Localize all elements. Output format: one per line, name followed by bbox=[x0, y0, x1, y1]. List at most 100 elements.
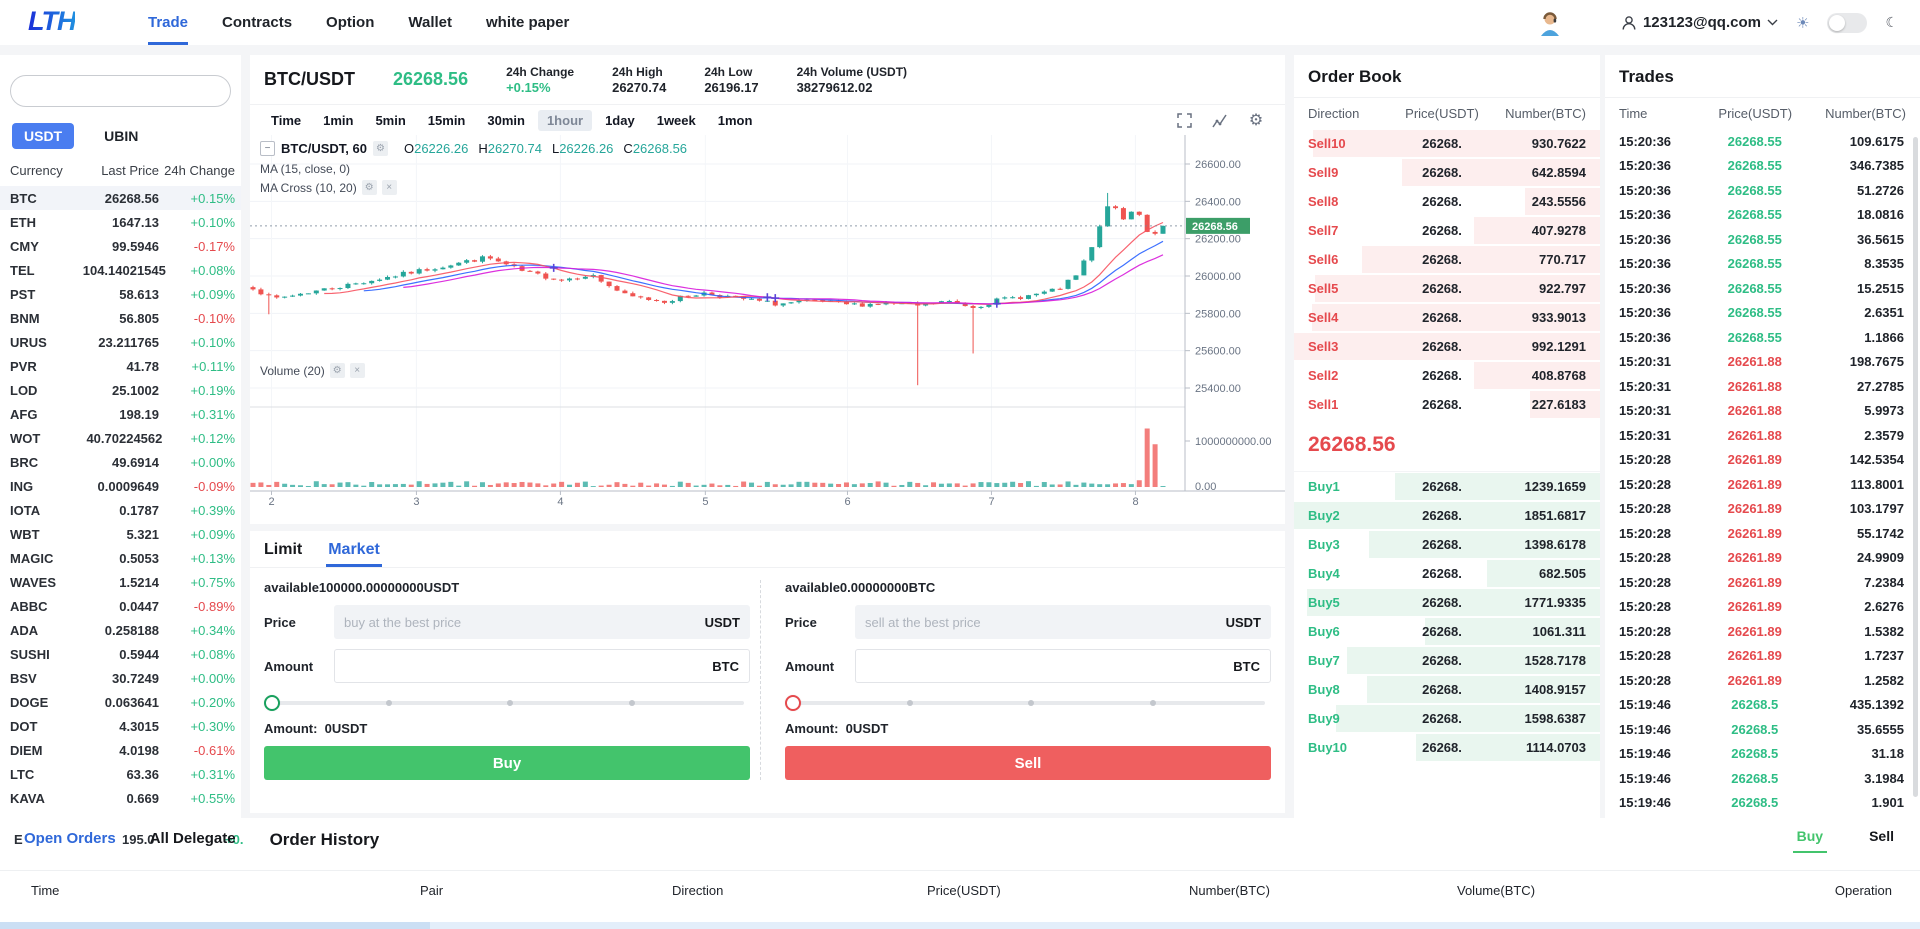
order-book-row-sell9[interactable]: Sell926268.642.8594 bbox=[1294, 158, 1600, 187]
order-book-row-sell3[interactable]: Sell326268.992.1291 bbox=[1294, 332, 1600, 361]
candlestick-chart[interactable]: − BTC/USDT, 60 ⚙ O26226.26 H26270.74 L26… bbox=[250, 135, 1285, 507]
coin-row-brc[interactable]: BRC49.6914+0.00% bbox=[0, 450, 241, 474]
order-book-row-buy5[interactable]: Buy526268.1771.9335 bbox=[1294, 588, 1600, 617]
timeframe-30min[interactable]: 30min bbox=[478, 110, 534, 131]
order-type-tab-market[interactable]: Market bbox=[328, 541, 380, 567]
order-book-row-buy3[interactable]: Buy326268.1398.6178 bbox=[1294, 530, 1600, 559]
collapse-icon[interactable]: − bbox=[260, 141, 275, 156]
coin-row-afg[interactable]: AFG198.19+0.31% bbox=[0, 402, 241, 426]
orders-tab-open-orders[interactable]: Open Orders bbox=[24, 830, 116, 850]
coin-row-cmy[interactable]: CMY99.5946-0.17% bbox=[0, 234, 241, 258]
chart-settings-icon[interactable]: ⚙ bbox=[1247, 111, 1265, 129]
coin-row-waves[interactable]: WAVES1.5214+0.75% bbox=[0, 570, 241, 594]
coin-row-iota[interactable]: IOTA0.1787+0.39% bbox=[0, 498, 241, 522]
sell-amount-slider[interactable] bbox=[785, 693, 1271, 713]
support-avatar-icon[interactable] bbox=[1537, 10, 1563, 36]
order-book-row-buy9[interactable]: Buy926268.1598.6387 bbox=[1294, 704, 1600, 733]
nav-item-white-paper[interactable]: white paper bbox=[486, 0, 569, 45]
coin-row-ada[interactable]: ADA0.258188+0.34% bbox=[0, 618, 241, 642]
order-book-row-buy7[interactable]: Buy726268.1528.7178 bbox=[1294, 646, 1600, 675]
nav-item-contracts[interactable]: Contracts bbox=[222, 0, 292, 45]
timeframe-time[interactable]: Time bbox=[262, 110, 310, 131]
coin-row-btc[interactable]: BTC26268.56+0.15% bbox=[0, 186, 241, 210]
order-book-row-sell2[interactable]: Sell226268.408.8768 bbox=[1294, 361, 1600, 390]
orders-tab-order-history[interactable]: Order History bbox=[270, 830, 380, 850]
quote-tab-usdt[interactable]: USDT bbox=[12, 123, 74, 149]
coin-row-urus[interactable]: URUS23.211765+0.10% bbox=[0, 330, 241, 354]
coin-row-lod[interactable]: LOD25.1002+0.19% bbox=[0, 378, 241, 402]
timeframe-1day[interactable]: 1day bbox=[596, 110, 644, 131]
coin-row-bnm[interactable]: BNM56.805-0.10% bbox=[0, 306, 241, 330]
filter-buy[interactable]: Buy bbox=[1797, 828, 1823, 844]
timeframe-15min[interactable]: 15min bbox=[419, 110, 475, 131]
moon-icon[interactable]: ☾ bbox=[1885, 14, 1898, 31]
stat-24h-change: 24h Change+0.15% bbox=[506, 65, 574, 95]
indicator-icon[interactable] bbox=[1211, 111, 1229, 129]
coin-row-abbc[interactable]: ABBC0.0447-0.89% bbox=[0, 594, 241, 618]
ma-settings-icon[interactable]: ⚙ bbox=[362, 180, 377, 195]
coin-row-ing[interactable]: ING0.0009649-0.09% bbox=[0, 474, 241, 498]
nav-item-wallet[interactable]: Wallet bbox=[408, 0, 452, 45]
legend-settings-icon[interactable]: ⚙ bbox=[373, 141, 388, 156]
order-book-row-sell5[interactable]: Sell526268.922.797 bbox=[1294, 274, 1600, 303]
coin-row-kava[interactable]: KAVA0.669+0.55% bbox=[0, 786, 241, 810]
filter-sell[interactable]: Sell bbox=[1869, 828, 1894, 844]
order-type-tab-limit[interactable]: Limit bbox=[264, 541, 302, 567]
theme-toggle[interactable] bbox=[1827, 13, 1867, 33]
coin-row-dot[interactable]: DOT4.3015+0.30% bbox=[0, 714, 241, 738]
order-book-row-sell4[interactable]: Sell426268.933.9013 bbox=[1294, 303, 1600, 332]
order-book-row-buy1[interactable]: Buy126268.1239.1659 bbox=[1294, 472, 1600, 501]
quote-tab-ubin[interactable]: UBIN bbox=[92, 123, 150, 149]
horizontal-scrollbar-thumb[interactable] bbox=[0, 922, 430, 929]
coin-row-pst[interactable]: PST58.613+0.09% bbox=[0, 282, 241, 306]
buy-amount-slider[interactable] bbox=[264, 693, 750, 713]
nav-item-trade[interactable]: Trade bbox=[148, 0, 188, 45]
timeframe-1mon[interactable]: 1mon bbox=[709, 110, 762, 131]
order-book-row-sell1[interactable]: Sell126268.227.6183 bbox=[1294, 390, 1600, 419]
buy-slider-handle[interactable] bbox=[264, 695, 280, 711]
order-book-row-sell8[interactable]: Sell826268.243.5556 bbox=[1294, 187, 1600, 216]
timeframe-5min[interactable]: 5min bbox=[366, 110, 414, 131]
timeframe-1min[interactable]: 1min bbox=[314, 110, 362, 131]
vol-close-icon[interactable]: × bbox=[350, 363, 365, 378]
buy-button[interactable]: Buy bbox=[264, 746, 750, 780]
orders-tab-all-delegate[interactable]: All Delegate bbox=[150, 830, 236, 850]
coin-row-sushi[interactable]: SUSHI0.5944+0.08% bbox=[0, 642, 241, 666]
ma-close-icon[interactable]: × bbox=[382, 180, 397, 195]
nav-item-option[interactable]: Option bbox=[326, 0, 374, 45]
sell-button[interactable]: Sell bbox=[785, 746, 1271, 780]
timeframe-1week[interactable]: 1week bbox=[648, 110, 705, 131]
order-book-row-buy4[interactable]: Buy426268.682.505 bbox=[1294, 559, 1600, 588]
fullscreen-icon[interactable] bbox=[1175, 111, 1193, 129]
account-menu[interactable]: 123123@qq.com bbox=[1621, 14, 1778, 31]
buy-amount-input[interactable]: BTC bbox=[334, 649, 750, 683]
coin-row-bsv[interactable]: BSV30.7249+0.00% bbox=[0, 666, 241, 690]
buy-price-input[interactable]: buy at the best price USDT bbox=[334, 605, 750, 639]
timeframe-1hour[interactable]: 1hour bbox=[538, 110, 592, 131]
order-book-row-sell6[interactable]: Sell626268.770.717 bbox=[1294, 245, 1600, 274]
order-book-row-buy8[interactable]: Buy826268.1408.9157 bbox=[1294, 675, 1600, 704]
coin-row-tel[interactable]: TEL104.14021545+0.08% bbox=[0, 258, 241, 282]
coin-row-pvr[interactable]: PVR41.78+0.11% bbox=[0, 354, 241, 378]
coin-row-diem[interactable]: DIEM4.0198-0.61% bbox=[0, 738, 241, 762]
sun-icon[interactable]: ☀ bbox=[1796, 14, 1809, 32]
coin-row-wot[interactable]: WOT40.70224562+0.12% bbox=[0, 426, 241, 450]
sell-amount-input[interactable]: BTC bbox=[855, 649, 1271, 683]
order-book-row-sell10[interactable]: Sell1026268.930.7622 bbox=[1294, 129, 1600, 158]
sell-price-input[interactable]: sell at the best price USDT bbox=[855, 605, 1271, 639]
vol-settings-icon[interactable]: ⚙ bbox=[330, 363, 345, 378]
order-book-row-sell7[interactable]: Sell726268.407.9278 bbox=[1294, 216, 1600, 245]
coin-row-doge[interactable]: DOGE0.063641+0.20% bbox=[0, 690, 241, 714]
lth-logo[interactable]: LTH bbox=[28, 6, 75, 37]
order-book-row-buy10[interactable]: Buy1026268.1114.0703 bbox=[1294, 733, 1600, 762]
horizontal-scrollbar[interactable] bbox=[0, 922, 1920, 929]
order-book-row-buy2[interactable]: Buy226268.1851.6817 bbox=[1294, 501, 1600, 530]
sell-slider-handle[interactable] bbox=[785, 695, 801, 711]
order-book-row-buy6[interactable]: Buy626268.1061.311 bbox=[1294, 617, 1600, 646]
coin-row-wbt[interactable]: WBT5.321+0.09% bbox=[0, 522, 241, 546]
search-input[interactable] bbox=[10, 75, 231, 107]
trades-scrollbar[interactable] bbox=[1913, 137, 1918, 797]
coin-row-ltc[interactable]: LTC63.36+0.31% bbox=[0, 762, 241, 786]
coin-row-magic[interactable]: MAGIC0.5053+0.13% bbox=[0, 546, 241, 570]
coin-row-eth[interactable]: ETH1647.13+0.10% bbox=[0, 210, 241, 234]
